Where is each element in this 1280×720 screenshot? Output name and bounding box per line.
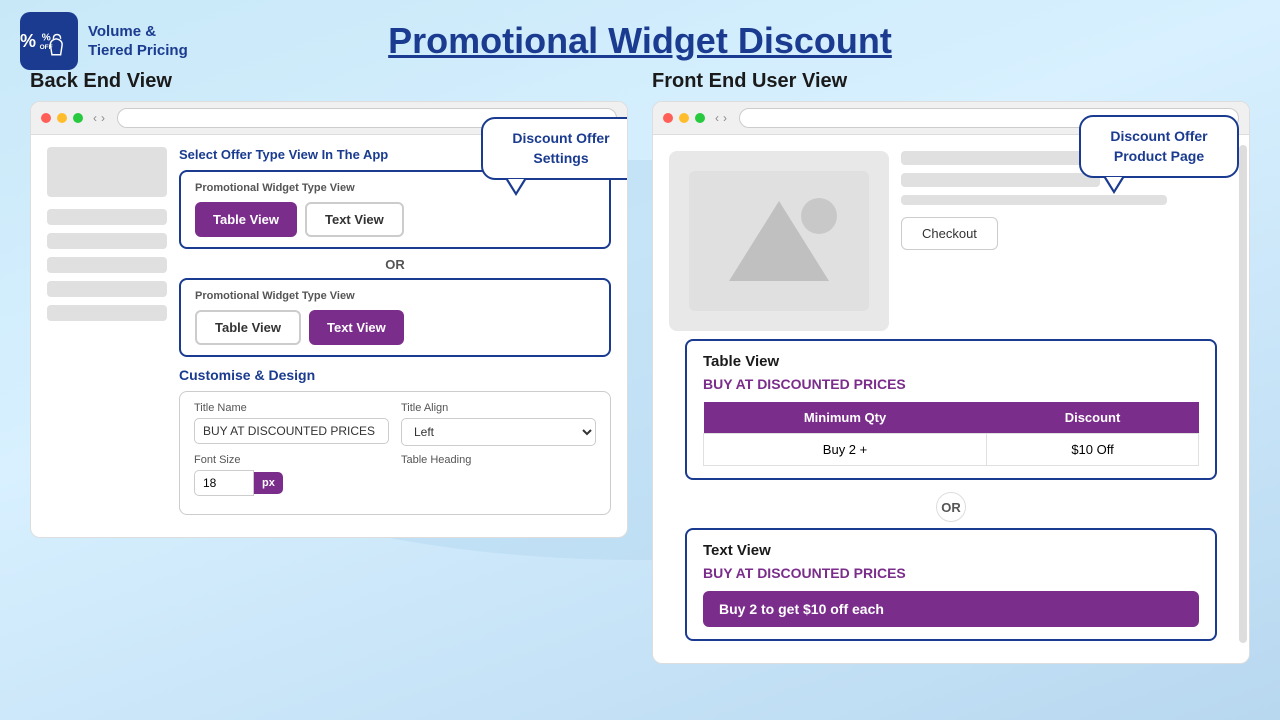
- backend-view-title: Back End View: [30, 70, 628, 93]
- table-view-widget-title: Table View: [703, 353, 1199, 370]
- table-heading-label: Table Heading: [401, 454, 596, 466]
- product-image: [669, 151, 889, 331]
- table-view-discount-title: BUY AT DISCOUNTED PRICES: [703, 376, 1199, 392]
- title-name-group: Title Name: [194, 402, 389, 446]
- font-size-label: Font Size: [194, 454, 389, 466]
- scrollbar-track[interactable]: [1239, 145, 1247, 643]
- product-info-bar-3: [901, 195, 1167, 205]
- col-min-qty: Minimum Qty: [704, 402, 987, 434]
- frontend-dot-red-icon: [663, 113, 673, 123]
- customise-box: Title Name Title Align Left Center: [179, 391, 611, 515]
- font-size-unit: px: [254, 472, 283, 494]
- sidebar-item-1: [47, 209, 167, 225]
- title-align-select[interactable]: Left Center Right: [401, 418, 596, 446]
- text-view-button-1[interactable]: Text View: [305, 202, 404, 237]
- header: % OFF Volume & Tiered Pricing Promotiona…: [20, 10, 1260, 70]
- frontend-dot-green-icon: [695, 113, 705, 123]
- title-name-label: Title Name: [194, 402, 389, 414]
- title-align-group: Title Align Left Center Right: [401, 402, 596, 446]
- logo-area: % OFF Volume & Tiered Pricing: [20, 12, 188, 70]
- checkout-button[interactable]: Checkout: [901, 217, 998, 250]
- view-buttons-1: Table View Text View: [195, 202, 595, 237]
- frontend-dot-yellow-icon: [679, 113, 689, 123]
- table-row: Buy 2 + $10 Off: [704, 434, 1199, 466]
- product-speech-bubble-container: Discount Offer Product Page: [1079, 115, 1239, 178]
- backend-browser-mock: ‹ ›: [30, 101, 628, 538]
- logo-icon: % OFF: [20, 12, 78, 70]
- text-view-discount-title: BUY AT DISCOUNTED PRICES: [703, 565, 1199, 581]
- dot-red-icon: [41, 113, 51, 123]
- backend-browser-content: Discount Offer Settings Select Offer Typ…: [31, 135, 627, 527]
- widget-type-label-1: Promotional Widget Type View: [195, 182, 595, 194]
- text-view-widget-title: Text View: [703, 542, 1199, 559]
- font-size-group: Font Size px: [194, 454, 389, 496]
- view-buttons-2: Table View Text View: [195, 310, 595, 345]
- frontend-arrow-right-icon[interactable]: ›: [723, 111, 727, 125]
- right-column: Front End User View ‹ ›: [652, 70, 1250, 664]
- form-row-2: Font Size px Table Heading: [194, 454, 596, 496]
- table-view-button-1[interactable]: Table View: [195, 202, 297, 237]
- sidebar-item-2: [47, 233, 167, 249]
- text-discount-message: Buy 2 to get $10 off each: [703, 591, 1199, 627]
- customise-title: Customise & Design: [179, 367, 611, 383]
- sidebar-item-3: [47, 257, 167, 273]
- title-name-input[interactable]: [194, 418, 389, 444]
- page-title: Promotional Widget Discount: [388, 20, 892, 62]
- left-column: Back End View ‹ ›: [30, 70, 628, 664]
- table-heading-group: Table Heading: [401, 454, 596, 496]
- frontend-browser-content: Discount Offer Product Page: [653, 135, 1249, 653]
- sidebar-item-5: [47, 305, 167, 321]
- arrow-left-icon[interactable]: ‹: [93, 111, 97, 125]
- frontend-view-title: Front End User View: [652, 70, 1250, 93]
- table-cell-qty: Buy 2 +: [704, 434, 987, 466]
- or-divider-right: OR: [936, 492, 966, 522]
- sidebar-nav: [47, 147, 167, 515]
- svg-text:%: %: [42, 32, 51, 43]
- widget-type-label-2: Promotional Widget Type View: [195, 290, 595, 302]
- sidebar-logo-bar: [47, 147, 167, 197]
- product-info-bar-2: [901, 173, 1100, 187]
- table-view-widget: Table View BUY AT DISCOUNTED PRICES Mini…: [685, 339, 1217, 480]
- widget-type-box-1: Promotional Widget Type View Table View …: [179, 170, 611, 249]
- or-divider-left: OR: [179, 257, 611, 272]
- font-size-input[interactable]: [194, 470, 254, 496]
- product-speech-bubble: Discount Offer Product Page: [1079, 115, 1239, 178]
- col-discount: Discount: [987, 402, 1199, 434]
- sidebar-item-4: [47, 281, 167, 297]
- scrollbar-area: [1239, 145, 1249, 643]
- table-cell-discount: $10 Off: [987, 434, 1199, 466]
- title-align-label: Title Align: [401, 402, 596, 414]
- arrow-right-icon[interactable]: ›: [101, 111, 105, 125]
- frontend-browser-arrows[interactable]: ‹ ›: [715, 111, 727, 125]
- logo-text: Volume & Tiered Pricing: [88, 22, 188, 61]
- font-size-input-group: px: [194, 470, 389, 496]
- table-view-button-2[interactable]: Table View: [195, 310, 301, 345]
- text-view-widget: Text View BUY AT DISCOUNTED PRICES Buy 2…: [685, 528, 1217, 641]
- dot-yellow-icon: [57, 113, 67, 123]
- settings-speech-bubble: Discount Offer Settings: [481, 117, 628, 180]
- browser-arrows[interactable]: ‹ ›: [93, 111, 105, 125]
- frontend-arrow-left-icon[interactable]: ‹: [715, 111, 719, 125]
- text-view-button-2[interactable]: Text View: [309, 310, 404, 345]
- table-view-section: Table View BUY AT DISCOUNTED PRICES Mini…: [653, 339, 1249, 486]
- frontend-browser-mock: ‹ › Discount Offer Product Page: [652, 101, 1250, 664]
- text-view-section: Text View BUY AT DISCOUNTED PRICES Buy 2…: [653, 528, 1249, 653]
- form-row-1: Title Name Title Align Left Center: [194, 402, 596, 446]
- widget-type-box-2: Promotional Widget Type View Table View …: [179, 278, 611, 357]
- discount-table: Minimum Qty Discount Buy 2 + $10 Off: [703, 402, 1199, 466]
- dot-green-icon: [73, 113, 83, 123]
